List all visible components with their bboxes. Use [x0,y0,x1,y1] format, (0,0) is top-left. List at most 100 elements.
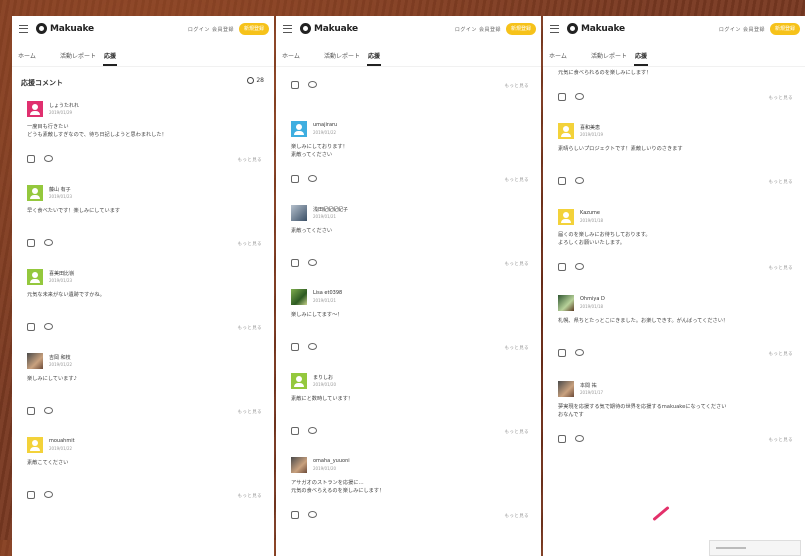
like-icon[interactable] [291,175,299,183]
avatar[interactable] [291,289,307,305]
reply-icon[interactable] [308,343,317,350]
avatar[interactable] [558,381,574,397]
see-more-link[interactable]: もっと見る [505,177,530,183]
commenter-name[interactable]: 喜美田比嶺 [49,270,74,277]
avatar[interactable] [558,295,574,311]
see-more-link[interactable]: もっと見る [505,513,530,519]
commenter-name[interactable]: 本間 祐 [580,382,597,389]
tab-support[interactable]: 応援 [102,51,118,66]
reply-icon[interactable] [44,323,53,330]
reply-icon[interactable] [575,177,584,184]
avatar[interactable] [291,373,307,389]
like-icon[interactable] [291,259,299,267]
avatar[interactable] [291,457,307,473]
like-icon[interactable] [291,343,299,351]
menu-icon[interactable] [283,25,292,33]
avatar[interactable] [558,209,574,225]
tab-bar: ホーム 活動レポート 応援 [276,46,541,67]
signup-button[interactable]: 新規登録 [770,23,800,35]
avatar[interactable] [27,185,43,201]
login-register-links[interactable]: ログイン 会員登録 [188,26,234,33]
like-icon[interactable] [27,407,35,415]
like-icon[interactable] [291,427,299,435]
commenter-name[interactable]: まりしお [313,374,333,381]
commenter-name[interactable]: Lisa et0398 [313,290,342,296]
avatar[interactable] [27,353,43,369]
reply-icon[interactable] [44,155,53,162]
signup-button[interactable]: 新規登録 [239,23,269,35]
tab-home[interactable]: ホーム [549,51,567,60]
commenter-name[interactable]: umajiraru [313,122,337,128]
like-icon[interactable] [291,511,299,519]
menu-icon[interactable] [550,25,559,33]
scroll-indicator[interactable] [709,540,801,556]
reply-icon[interactable] [575,435,584,442]
logo[interactable]: Makuake [36,23,94,34]
reply-icon[interactable] [575,263,584,270]
reply-icon[interactable] [575,349,584,356]
see-more-link[interactable]: もっと見る [238,157,263,163]
commenter-name[interactable]: 浅田紀紀紀紀子 [313,206,348,213]
reply-icon[interactable] [44,239,53,246]
see-more-link[interactable]: もっと見る [238,241,263,247]
reply-icon[interactable] [308,259,317,266]
avatar[interactable] [27,269,43,285]
tab-support[interactable]: 応援 [633,51,649,66]
like-icon[interactable] [27,239,35,247]
avatar[interactable] [558,123,574,139]
see-more-link[interactable]: もっと見る [769,351,794,357]
comment-body: 元気に食べられるのを楽しみにします！ [558,70,652,76]
see-more-link[interactable]: もっと見る [238,325,263,331]
logo[interactable]: Makuake [300,23,358,34]
logo[interactable]: Makuake [567,23,625,34]
reply-icon[interactable] [308,427,317,434]
reply-icon[interactable] [308,81,317,88]
tab-report[interactable]: 活動レポート [591,51,627,60]
login-register-links[interactable]: ログイン 会員登録 [719,26,765,33]
tab-support[interactable]: 応援 [366,51,382,66]
like-icon[interactable] [558,435,566,443]
like-icon[interactable] [27,491,35,499]
see-more-link[interactable]: もっと見る [769,179,794,185]
avatar[interactable] [291,121,307,137]
see-more-link[interactable]: もっと見る [769,95,794,101]
avatar[interactable] [291,205,307,221]
login-register-links[interactable]: ログイン 会員登録 [455,26,501,33]
see-more-link[interactable]: もっと見る [769,437,794,443]
commenter-name[interactable]: 喜和美恵 [580,124,600,131]
like-icon[interactable] [558,177,566,185]
menu-icon[interactable] [19,25,28,33]
signup-button[interactable]: 新規登録 [506,23,536,35]
reply-icon[interactable] [44,491,53,498]
commenter-name[interactable]: しょうたれれ [49,102,79,109]
tab-home[interactable]: ホーム [18,51,36,60]
commenter-name[interactable]: Kazume [580,210,600,216]
like-icon[interactable] [291,81,299,89]
tab-report[interactable]: 活動レポート [60,51,96,60]
see-more-link[interactable]: もっと見る [238,493,263,499]
commenter-name[interactable]: 藤山 有子 [49,186,71,193]
reply-icon[interactable] [308,511,317,518]
like-icon[interactable] [558,263,566,271]
avatar[interactable] [27,101,43,117]
commenter-name[interactable]: 吉岡 和枝 [49,354,71,361]
reply-icon[interactable] [575,93,584,100]
reply-icon[interactable] [44,407,53,414]
like-icon[interactable] [558,349,566,357]
see-more-link[interactable]: もっと見る [505,345,530,351]
see-more-link[interactable]: もっと見る [505,83,530,89]
see-more-link[interactable]: もっと見る [769,265,794,271]
tab-home[interactable]: ホーム [282,51,300,60]
reply-icon[interactable] [308,175,317,182]
avatar[interactable] [27,437,43,453]
see-more-link[interactable]: もっと見る [505,429,530,435]
like-icon[interactable] [558,93,566,101]
see-more-link[interactable]: もっと見る [238,409,263,415]
commenter-name[interactable]: mouahmit [49,438,75,444]
commenter-name[interactable]: omaha_yuuoni [313,458,350,464]
like-icon[interactable] [27,323,35,331]
see-more-link[interactable]: もっと見る [505,261,530,267]
tab-report[interactable]: 活動レポート [324,51,360,60]
like-icon[interactable] [27,155,35,163]
commenter-name[interactable]: Ohmiya D [580,296,605,302]
